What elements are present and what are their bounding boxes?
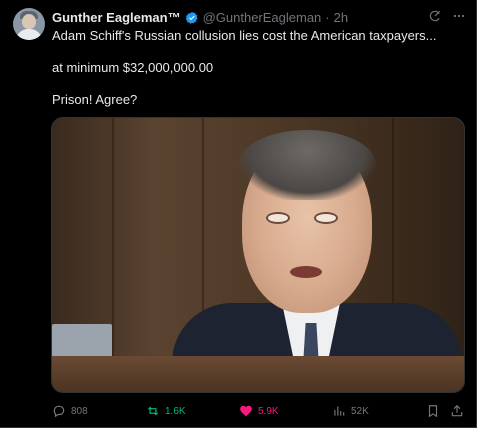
photo-eye [314, 212, 338, 224]
views-button[interactable]: 52K [332, 404, 369, 418]
tweet-actions: 808 1.6K 5.9K 52K [52, 402, 466, 420]
repost-button[interactable]: 1.6K [146, 404, 186, 418]
repost-count: 1.6K [165, 405, 186, 417]
more-icon[interactable] [452, 9, 466, 23]
author-name[interactable]: Gunther Eagleman™ [52, 9, 181, 27]
photo-mouth [290, 266, 322, 278]
tweet-photo[interactable] [51, 117, 465, 393]
like-button[interactable]: 5.9K [239, 404, 279, 418]
tweet-text: Adam Schiff's Russian collusion lies cos… [52, 27, 464, 108]
tweet-text-line: Adam Schiff's Russian collusion lies cos… [52, 28, 437, 43]
header-actions [428, 9, 466, 23]
timestamp[interactable]: 2h [334, 9, 348, 27]
tweet[interactable]: Gunther Eagleman™ @GuntherEagleman · 2h … [0, 0, 477, 428]
reply-count: 808 [71, 405, 88, 417]
bookmark-button[interactable] [426, 404, 440, 418]
share-button[interactable] [450, 404, 464, 418]
views-count: 52K [351, 405, 369, 417]
heart-icon [239, 404, 253, 418]
bookmark-icon [426, 404, 440, 418]
avatar-body [16, 29, 42, 40]
reply-button[interactable]: 808 [52, 404, 88, 418]
wall-panel [112, 118, 114, 392]
tweet-text-line: at minimum $32,000,000.00 [52, 60, 214, 75]
tweet-text-line: Prison! Agree? [52, 92, 138, 107]
separator-dot: · [325, 10, 330, 25]
repost-icon [146, 404, 160, 418]
tweet-header: Gunther Eagleman™ @GuntherEagleman · 2h [52, 9, 466, 27]
views-chart-icon [332, 404, 346, 418]
photo-hair [238, 130, 376, 200]
avatar-head [22, 14, 36, 29]
photo-eye [266, 212, 290, 224]
like-count: 5.9K [258, 405, 279, 417]
reply-icon [52, 404, 66, 418]
avatar[interactable] [13, 8, 45, 40]
verified-badge-icon [185, 11, 199, 25]
share-icon [450, 404, 464, 418]
photo-desk [52, 356, 464, 392]
grok-icon[interactable] [428, 9, 442, 23]
author-handle[interactable]: @GuntherEagleman [203, 9, 322, 27]
